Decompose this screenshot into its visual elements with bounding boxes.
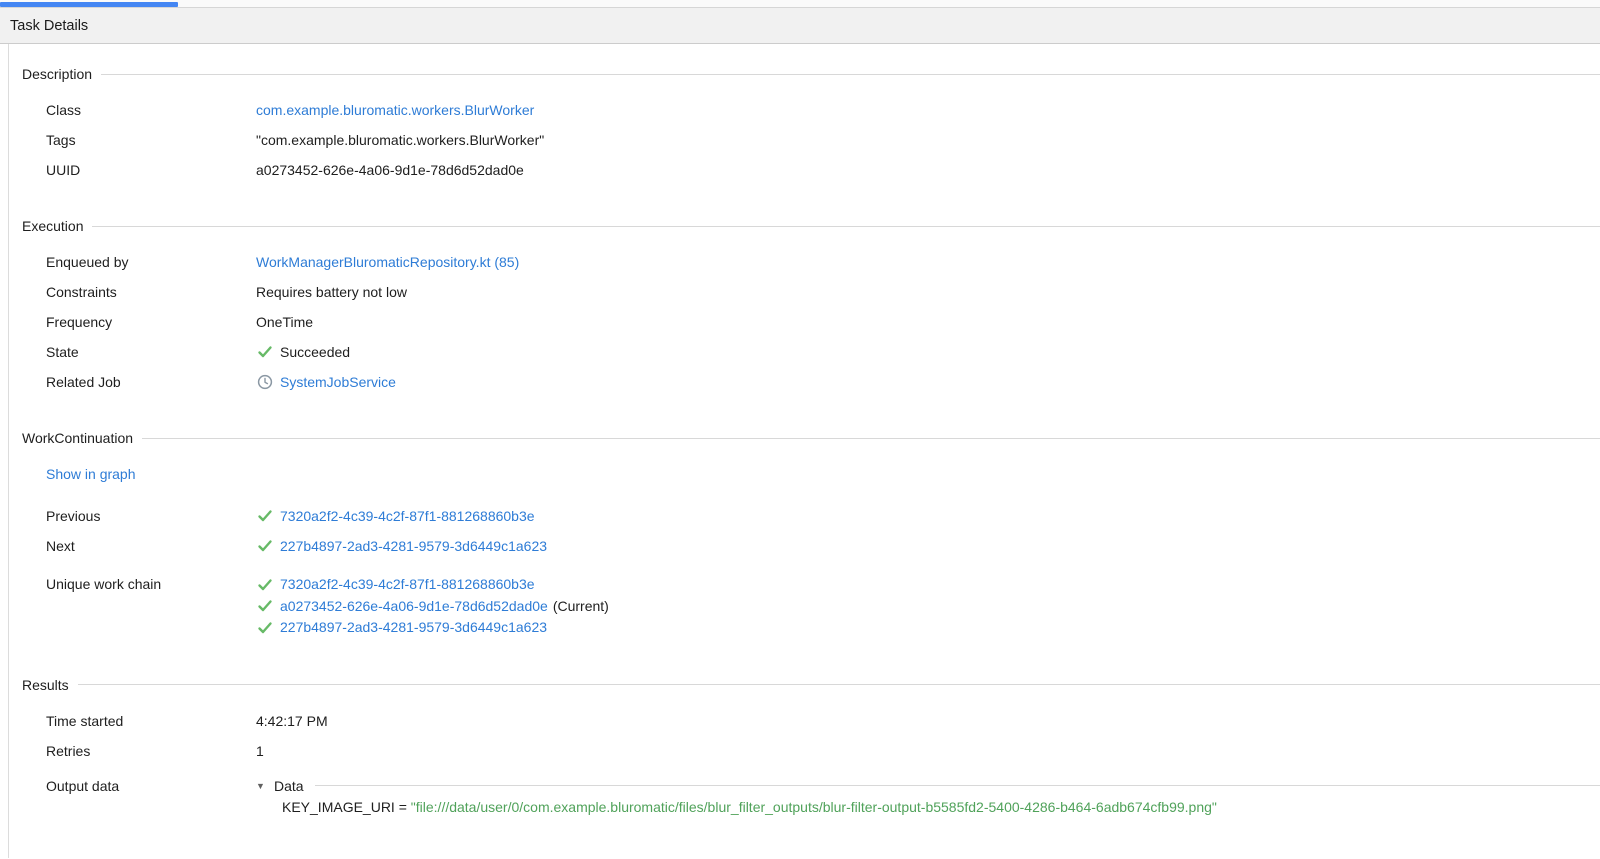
tab-strip	[0, 0, 1600, 8]
row-enqueued-by: Enqueued by WorkManagerBluromaticReposit…	[46, 252, 1600, 272]
field-label: Time started	[46, 711, 256, 731]
section-header-description: Description	[22, 64, 1600, 84]
chain-work-link[interactable]: 227b4897-2ad3-4281-9579-3d6449c1a623	[280, 617, 547, 639]
field-label: Frequency	[46, 312, 256, 332]
row-constraints: Constraints Requires battery not low	[46, 282, 1600, 302]
work-chain-item: 7320a2f2-4c39-4c2f-87f1-881268860b3e	[256, 574, 1600, 596]
field-label: Enqueued by	[46, 252, 256, 272]
field-label: Unique work chain	[46, 574, 256, 594]
field-label: Related Job	[46, 372, 256, 392]
row-previous: Previous 7320a2f2-4c39-4c2f-87f1-8812688…	[46, 506, 1600, 526]
row-next: Next 227b4897-2ad3-4281-9579-3d6449c1a62…	[46, 536, 1600, 556]
work-chain-item-current: a0273452-626e-4a06-9d1e-78d6d52dad0e (Cu…	[256, 596, 1600, 618]
check-icon	[256, 344, 273, 361]
work-chain-item: 227b4897-2ad3-4281-9579-3d6449c1a623	[256, 617, 1600, 639]
related-job-link[interactable]: SystemJobService	[280, 372, 396, 392]
field-label: Tags	[46, 130, 256, 150]
section-title: WorkContinuation	[22, 430, 133, 446]
section-divider	[78, 684, 1600, 685]
row-class: Class com.example.bluromatic.workers.Blu…	[46, 100, 1600, 120]
constraints-value: Requires battery not low	[256, 284, 407, 300]
check-icon	[256, 598, 273, 615]
field-label: Constraints	[46, 282, 256, 302]
class-link[interactable]: com.example.bluromatic.workers.BlurWorke…	[256, 102, 534, 118]
enqueued-by-link[interactable]: WorkManagerBluromaticRepository.kt (85)	[256, 254, 519, 270]
check-icon	[256, 508, 273, 525]
section-results: Results Time started 4:42:17 PM Retries …	[22, 675, 1600, 818]
panel-title: Task Details	[10, 18, 88, 34]
row-time-started: Time started 4:42:17 PM	[46, 711, 1600, 731]
row-tags: Tags "com.example.bluromatic.workers.Blu…	[46, 130, 1600, 150]
tags-value: "com.example.bluromatic.workers.BlurWork…	[256, 132, 544, 148]
field-label: State	[46, 342, 256, 362]
section-execution: Execution Enqueued by WorkManagerBluroma…	[22, 216, 1600, 392]
output-uri-value: "file:///data/user/0/com.example.bluroma…	[411, 799, 1217, 815]
section-divider	[92, 226, 1600, 227]
check-icon	[256, 576, 273, 593]
section-header-execution: Execution	[22, 216, 1600, 236]
section-divider	[101, 74, 1600, 75]
data-group-title[interactable]: Data	[274, 776, 304, 796]
section-work-continuation: WorkContinuation Show in graph Previous …	[22, 428, 1600, 639]
row-state: State Succeeded	[46, 342, 1600, 362]
row-unique-work-chain: Unique work chain 7320a2f2-4c39-4c2f-87f…	[46, 574, 1600, 639]
current-marker: (Current)	[553, 596, 609, 618]
equals-sign: =	[395, 799, 411, 815]
task-details-content: Description Class com.example.bluromatic…	[8, 44, 1600, 858]
section-divider	[142, 438, 1600, 439]
work-chain-list: 7320a2f2-4c39-4c2f-87f1-881268860b3e a02…	[256, 574, 1600, 639]
data-group-divider	[315, 785, 1600, 786]
section-title: Execution	[22, 218, 83, 234]
field-label: Next	[46, 536, 256, 556]
field-label: UUID	[46, 160, 256, 180]
chain-work-link[interactable]: a0273452-626e-4a06-9d1e-78d6d52dad0e	[280, 596, 548, 618]
section-header-work-continuation: WorkContinuation	[22, 428, 1600, 448]
row-output-data: Output data ▼ Data KEY_IMAGE_URI = "file…	[46, 776, 1600, 818]
section-title: Description	[22, 66, 92, 82]
row-uuid: UUID a0273452-626e-4a06-9d1e-78d6d52dad0…	[46, 160, 1600, 180]
time-started-value: 4:42:17 PM	[256, 713, 328, 729]
uuid-value: a0273452-626e-4a06-9d1e-78d6d52dad0e	[256, 162, 524, 178]
field-label: Output data	[46, 776, 256, 796]
selected-tab-indicator[interactable]	[0, 2, 178, 7]
retries-value: 1	[256, 743, 264, 759]
output-key: KEY_IMAGE_URI	[282, 799, 395, 815]
previous-work-link[interactable]: 7320a2f2-4c39-4c2f-87f1-881268860b3e	[280, 506, 535, 526]
row-retries: Retries 1	[46, 741, 1600, 761]
frequency-value: OneTime	[256, 314, 313, 330]
triangle-down-icon[interactable]: ▼	[256, 776, 272, 796]
section-title: Results	[22, 677, 69, 693]
show-in-graph-link[interactable]: Show in graph	[46, 464, 136, 484]
check-icon	[256, 619, 273, 636]
data-group-header: ▼ Data	[256, 776, 1600, 796]
next-work-link[interactable]: 227b4897-2ad3-4281-9579-3d6449c1a623	[280, 536, 547, 556]
clock-icon	[256, 374, 273, 391]
output-data-group: ▼ Data KEY_IMAGE_URI = "file:///data/use…	[256, 776, 1600, 818]
row-related-job: Related Job SystemJobService	[46, 372, 1600, 392]
section-description: Description Class com.example.bluromatic…	[22, 64, 1600, 180]
output-key-value: KEY_IMAGE_URI = "file:///data/user/0/com…	[282, 797, 1600, 818]
chain-work-link[interactable]: 7320a2f2-4c39-4c2f-87f1-881268860b3e	[280, 574, 535, 596]
check-icon	[256, 538, 273, 555]
panel-header: Task Details	[0, 8, 1600, 44]
row-show-in-graph: Show in graph	[46, 464, 1600, 484]
state-value: Succeeded	[280, 342, 350, 362]
row-frequency: Frequency OneTime	[46, 312, 1600, 332]
field-label: Retries	[46, 741, 256, 761]
field-label: Class	[46, 100, 256, 120]
section-header-results: Results	[22, 675, 1600, 695]
field-label: Previous	[46, 506, 256, 526]
